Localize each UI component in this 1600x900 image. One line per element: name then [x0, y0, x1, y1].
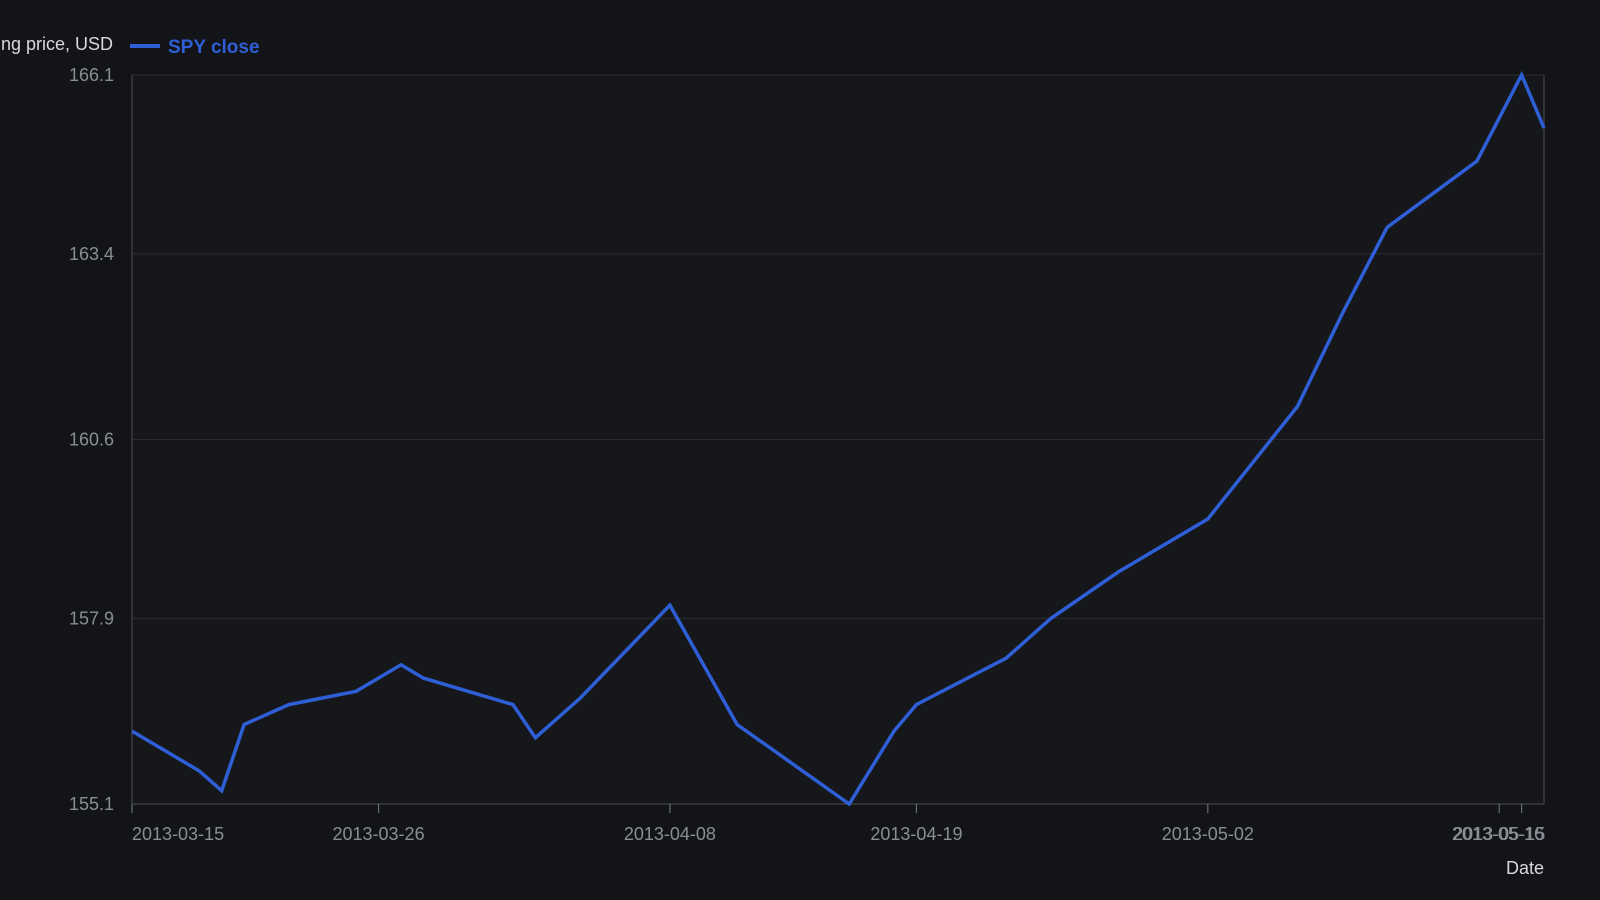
- x-tick-label: 2013-04-19: [870, 824, 962, 844]
- legend-label-spy-close: SPY close: [168, 37, 260, 58]
- x-tick-label: 2013-03-15: [132, 824, 224, 844]
- chart-container: 155.1 157.9 160.6 163.4 166.1 2013-03-15 2013-…: [0, 0, 1600, 900]
- y-tick-label: 157.9: [69, 608, 114, 628]
- line-chart: 155.1 157.9 160.6 163.4 166.1 2013-03-15 2013-…: [1, 34, 1546, 878]
- y-tick-label: 163.4: [69, 244, 114, 264]
- x-tick-label: 2013-05-16: [1452, 824, 1544, 844]
- y-tick-label: 160.6: [69, 430, 114, 450]
- legend: ng price, USD SPY close: [1, 34, 260, 58]
- x-tick-label: 2013-05-02: [1162, 824, 1254, 844]
- x-tick-label: 2013-03-26: [333, 824, 425, 844]
- x-tick-label: 2013-04-08: [624, 824, 716, 844]
- y-tick-label: 166.1: [69, 65, 114, 85]
- y-tick-label: 155.1: [69, 794, 114, 814]
- y-axis-title: ng price, USD: [1, 34, 113, 54]
- x-axis-title: Date: [1506, 858, 1544, 878]
